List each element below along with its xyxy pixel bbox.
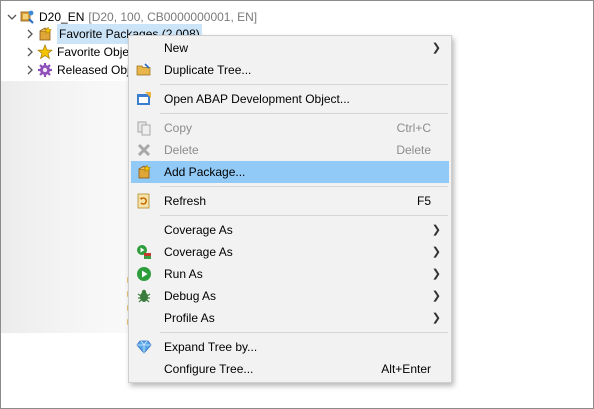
tree-item-label: Released Obj	[57, 63, 130, 77]
chevron-right-icon: ❯	[431, 246, 441, 258]
menu-item-delete[interactable]: Delete Delete	[131, 139, 449, 161]
coverage-icon	[136, 244, 152, 260]
menu-separator	[160, 113, 448, 114]
menu-item-debug-as[interactable]: Debug As ❯	[131, 285, 449, 307]
chevron-right-icon: ❯	[431, 290, 441, 302]
system-connection-icon	[19, 9, 35, 25]
menu-item-add-package[interactable]: Add Package...	[131, 161, 449, 183]
menu-separator	[160, 332, 448, 333]
menu-item-copy[interactable]: Copy Ctrl+C	[131, 117, 449, 139]
delete-icon	[136, 142, 152, 158]
menu-item-expand-tree[interactable]: Expand Tree by...	[131, 336, 449, 358]
refresh-icon	[136, 193, 152, 209]
chevron-down-icon[interactable]: ⌄	[7, 1, 21, 7]
menu-item-open-abap[interactable]: Open ABAP Development Object...	[131, 88, 449, 110]
copy-icon	[136, 120, 152, 136]
menu-separator	[160, 186, 448, 187]
package-star-icon	[136, 164, 152, 180]
menu-item-duplicate-tree[interactable]: Duplicate Tree...	[131, 59, 449, 81]
chevron-right-icon[interactable]	[23, 60, 37, 80]
star-icon	[37, 44, 53, 60]
context-menu: New ❯ Duplicate Tree... Open ABAP Develo…	[128, 35, 452, 383]
blurred-tree-region	[1, 81, 141, 333]
menu-item-refresh[interactable]: Refresh F5	[131, 190, 449, 212]
bug-icon	[136, 288, 152, 304]
run-icon	[136, 266, 152, 282]
chevron-down-icon[interactable]	[5, 7, 19, 27]
menu-item-coverage-as-run[interactable]: Coverage As ❯	[131, 241, 449, 263]
package-star-icon	[37, 26, 53, 42]
chevron-right-icon: ❯	[431, 224, 441, 236]
tree-item-favorite-objects[interactable]: Favorite Obje	[23, 42, 129, 62]
open-object-icon	[136, 91, 152, 107]
menu-item-coverage-as[interactable]: Coverage As ❯	[131, 219, 449, 241]
tree-item-released-objects[interactable]: Released Obj	[23, 60, 130, 80]
folder-icon	[136, 62, 152, 78]
menu-separator	[160, 84, 448, 85]
chevron-right-icon: ❯	[431, 42, 441, 54]
chevron-right-icon: ❯	[431, 312, 441, 324]
chevron-right-icon[interactable]	[23, 24, 37, 44]
diamond-icon	[136, 339, 152, 355]
project-explorer: ⌄ D20_EN [D20, 100, CB0000000001, EN]	[0, 0, 594, 409]
chevron-right-icon[interactable]	[23, 42, 37, 62]
menu-separator	[160, 215, 448, 216]
tree-item-label: Favorite Obje	[57, 45, 130, 59]
tree-row-cutoff[interactable]: ⌄	[7, 1, 21, 7]
menu-item-new[interactable]: New ❯	[131, 37, 449, 59]
menu-item-configure-tree[interactable]: Configure Tree... Alt+Enter	[131, 358, 449, 380]
gear-icon	[37, 62, 53, 78]
menu-item-run-as[interactable]: Run As ❯	[131, 263, 449, 285]
chevron-right-icon: ❯	[431, 268, 441, 280]
menu-item-profile-as[interactable]: Profile As ❯	[131, 307, 449, 329]
